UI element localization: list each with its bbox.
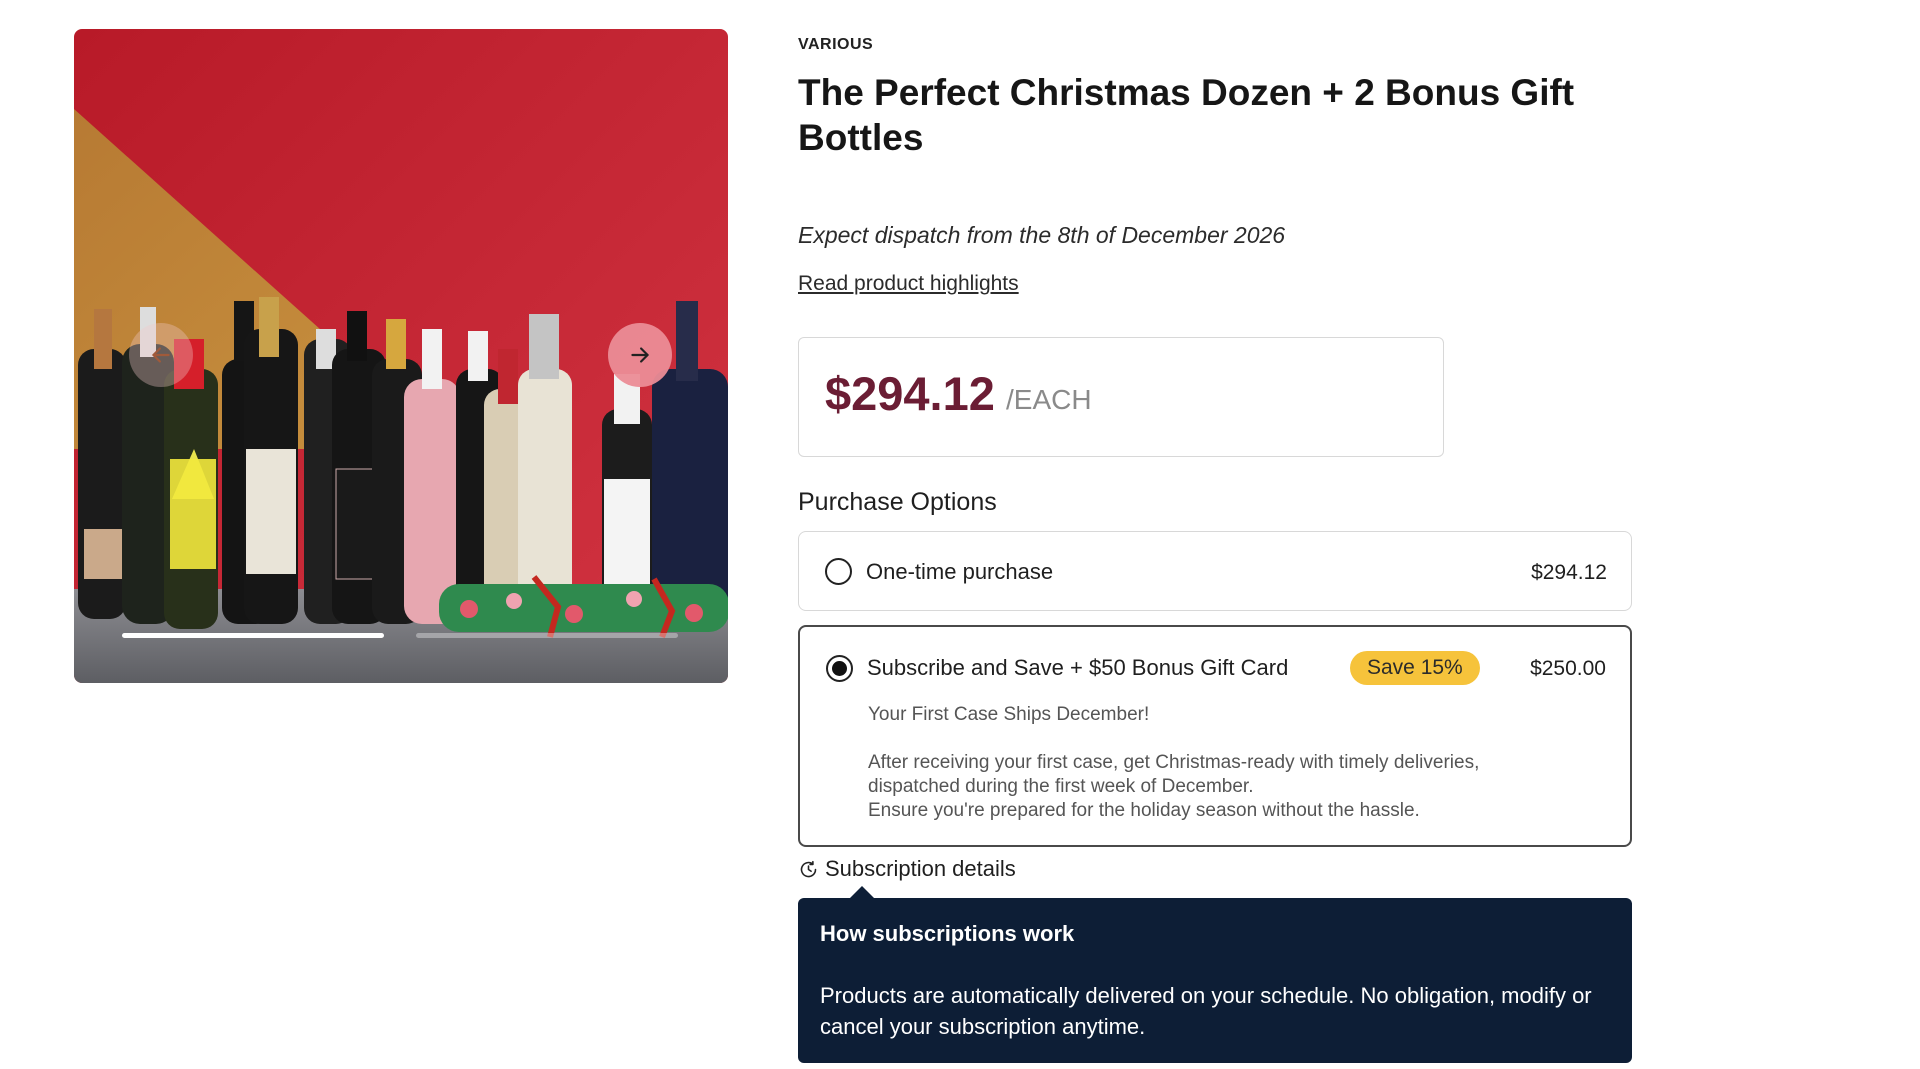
gallery-pagination — [122, 633, 682, 639]
first-case-note: Your First Case Ships December! — [868, 704, 1150, 725]
gallery-dot-2[interactable] — [416, 633, 678, 638]
subscription-details-toggle[interactable]: Subscription details — [798, 856, 1016, 882]
subscribe-label: Subscribe and Save + $50 Bonus Gift Card — [867, 655, 1289, 680]
product-price: $294.12 — [825, 367, 995, 420]
one-time-radio[interactable] — [825, 558, 852, 585]
subscribe-description-line-3: Ensure you're prepared for the holiday s… — [868, 800, 1420, 821]
arrow-left-icon — [152, 347, 170, 363]
subscribe-description: After receiving your first case, get Chr… — [868, 751, 1608, 823]
purchase-options-heading: Purchase Options — [798, 488, 997, 516]
product-title: The Perfect Christmas Dozen + 2 Bonus Gi… — [798, 72, 1575, 158]
subscribe-price: $250.00 — [1530, 657, 1606, 680]
subscribe-radio[interactable] — [826, 655, 853, 682]
price-unit: /EACH — [1006, 384, 1092, 415]
subscription-details-label: Subscription details — [825, 856, 1016, 881]
subscribe-option[interactable]: Subscribe and Save + $50 Bonus Gift Card… — [798, 625, 1632, 847]
one-time-purchase-option[interactable]: One-time purchase $294.12 — [798, 531, 1632, 611]
one-time-price: $294.12 — [1531, 561, 1607, 584]
gallery-prev-button[interactable] — [129, 323, 193, 387]
subscription-tooltip: How subscriptions work Products are auto… — [798, 886, 1632, 1063]
product-brand: VARIOUS — [798, 36, 874, 53]
one-time-label: One-time purchase — [866, 559, 1054, 584]
gallery-next-button[interactable] — [608, 323, 672, 387]
subscribe-description-line-2: dispatched during the first week of Dece… — [868, 776, 1254, 797]
dispatch-note: Expect dispatch from the 8th of December… — [798, 222, 1286, 248]
gallery-dot-1[interactable] — [122, 633, 384, 638]
read-highlights-link[interactable]: Read product highlights — [798, 272, 1019, 296]
product-image-gallery — [74, 29, 728, 683]
subscribe-description-line-1: After receiving your first case, get Chr… — [868, 752, 1480, 773]
save-badge: Save 15% — [1350, 651, 1480, 685]
tooltip-body: Products are automatically delivered on … — [820, 983, 1592, 1039]
price-box: $294.12 /EACH — [798, 337, 1444, 457]
refresh-clock-icon — [800, 860, 817, 877]
tooltip-title: How subscriptions work — [820, 921, 1075, 946]
arrow-right-icon — [631, 347, 649, 363]
